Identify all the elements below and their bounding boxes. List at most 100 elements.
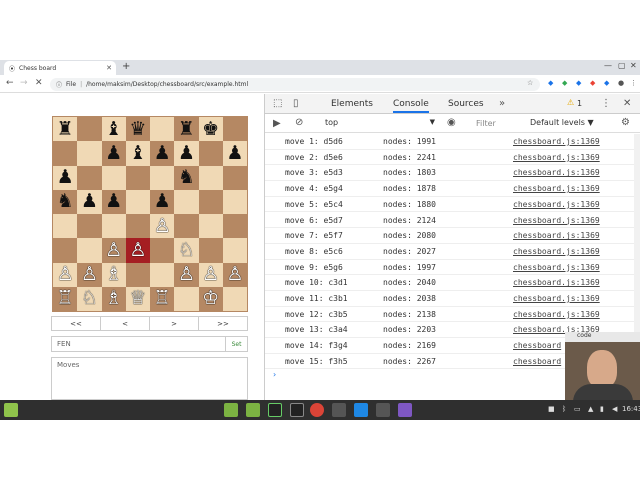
sidebar-toggle-icon[interactable]: ▶ (273, 118, 281, 129)
tab-console[interactable]: Console (393, 99, 429, 113)
inspect-icon[interactable]: ⬚ (273, 98, 282, 109)
terminal-icon[interactable] (290, 403, 304, 417)
board-square[interactable]: ♟ (77, 189, 102, 214)
chess-piece[interactable]: ♘ (178, 240, 195, 260)
source-link[interactable]: chessboard.js:1369 (513, 137, 600, 146)
chess-piece[interactable]: ♞ (178, 168, 195, 187)
first-move-button[interactable]: << (52, 317, 101, 330)
folder-icon[interactable] (246, 403, 260, 417)
prev-move-button[interactable]: < (101, 317, 150, 330)
chess-board[interactable]: ♜ ♝ ♛ ♜ ♚ ♟ ♝ ♟ ♟ ♟ ♟ ♞ ♞ ♟ ♟ ♟ ♙ ♙ ♙ ♘ ♙ ♙ ♗ ♙ ♙ ♙ ♖ ♘ ♗ ♕ ♖ ♔ (52, 116, 248, 312)
board-square[interactable] (198, 189, 223, 214)
board-square[interactable] (150, 117, 175, 142)
chess-piece[interactable]: ♟ (154, 143, 171, 163)
board-square[interactable]: ♛ (125, 117, 150, 142)
chess-piece[interactable]: ♟ (154, 192, 171, 211)
app-icon[interactable] (332, 403, 346, 417)
board-square[interactable]: ♙ (125, 238, 150, 263)
board-square[interactable] (198, 238, 223, 263)
board-square[interactable] (77, 117, 102, 142)
chess-piece[interactable]: ♜ (57, 119, 74, 139)
chess-piece[interactable]: ♝ (105, 119, 122, 139)
minimize-icon[interactable]: — (604, 61, 612, 70)
source-link[interactable]: chessboard.js:1369 (513, 216, 600, 225)
board-square[interactable] (150, 262, 175, 287)
clear-console-icon[interactable]: ⊘ (295, 117, 303, 128)
board-square[interactable] (77, 141, 102, 166)
board-square[interactable]: ♕ (125, 286, 150, 311)
set-button[interactable]: Set (225, 337, 247, 351)
board-square[interactable]: ♟ (150, 189, 175, 214)
board-square[interactable]: ♟ (174, 141, 199, 166)
board-square[interactable] (174, 286, 199, 311)
board-square[interactable]: ♜ (174, 117, 199, 142)
chess-piece[interactable]: ♙ (81, 265, 98, 284)
board-square[interactable]: ♞ (174, 165, 199, 190)
extension-icon[interactable]: ◆ (548, 79, 553, 87)
board-square[interactable] (53, 214, 78, 239)
board-square[interactable]: ♖ (53, 286, 78, 311)
app-icon[interactable] (398, 403, 412, 417)
board-square[interactable]: ♟ (222, 141, 247, 166)
chess-piece[interactable]: ♙ (226, 265, 243, 284)
chess-piece[interactable]: ♝ (129, 143, 146, 163)
board-square[interactable] (77, 214, 102, 239)
chess-piece[interactable]: ♟ (226, 143, 243, 163)
chess-piece[interactable]: ♙ (129, 240, 146, 260)
board-square[interactable] (125, 189, 150, 214)
keyboard-layout-icon[interactable]: ▭ (574, 405, 581, 413)
source-link[interactable]: chessboard (513, 341, 561, 350)
board-square[interactable] (77, 165, 102, 190)
board-square[interactable] (77, 238, 102, 263)
board-square[interactable]: ♙ (222, 262, 247, 287)
source-link[interactable]: chessboard (513, 357, 561, 366)
source-link[interactable]: chessboard.js:1369 (513, 294, 600, 303)
chess-piece[interactable]: ♟ (81, 192, 98, 211)
chess-piece[interactable]: ♙ (105, 240, 122, 260)
log-levels-dropdown[interactable]: Default levels ▼ (530, 118, 594, 127)
browser-tab[interactable]: ⦿ Chess board ✕ (4, 61, 116, 75)
source-link[interactable]: chessboard.js:1369 (513, 153, 600, 162)
chess-piece[interactable]: ♟ (105, 143, 122, 163)
source-link[interactable]: chessboard.js:1369 (513, 247, 600, 256)
close-devtools-icon[interactable]: ✕ (623, 98, 631, 109)
screen-recorder-icon[interactable] (354, 403, 368, 417)
tab-elements[interactable]: Elements (331, 99, 373, 109)
stop-icon[interactable]: ✕ (35, 78, 43, 88)
battery-icon[interactable]: ▮ (600, 405, 604, 413)
board-square[interactable]: ♖ (150, 286, 175, 311)
chess-piece[interactable]: ♟ (57, 168, 74, 187)
chess-piece[interactable]: ♖ (57, 289, 74, 308)
chess-piece[interactable]: ♗ (105, 289, 122, 308)
board-square[interactable]: ♙ (150, 214, 175, 239)
board-square[interactable]: ♝ (125, 141, 150, 166)
source-link[interactable]: chessboard.js:1369 (513, 278, 600, 287)
board-square[interactable] (174, 189, 199, 214)
chess-piece[interactable]: ♛ (129, 119, 146, 139)
chess-piece[interactable]: ♘ (81, 289, 98, 308)
files-icon[interactable] (224, 403, 238, 417)
board-square[interactable]: ♙ (174, 262, 199, 287)
clock[interactable]: 16:43 (622, 405, 640, 413)
last-move-button[interactable]: >> (199, 317, 247, 330)
extension-icon[interactable]: ◆ (604, 79, 609, 87)
board-square[interactable]: ♞ (53, 189, 78, 214)
chess-piece[interactable]: ♟ (105, 192, 122, 211)
warning-icon[interactable]: ⚠ (567, 98, 574, 107)
console-prompt[interactable]: › (273, 370, 276, 379)
board-square[interactable] (125, 165, 150, 190)
address-bar[interactable]: ⓘ File | /home/maksim/Desktop/chessboard… (50, 78, 540, 91)
settings-gear-icon[interactable]: ⚙ (621, 117, 630, 128)
board-square[interactable]: ♟ (53, 165, 78, 190)
chess-piece[interactable]: ♞ (57, 192, 74, 211)
board-square[interactable] (198, 165, 223, 190)
chess-piece[interactable]: ♟ (178, 143, 195, 163)
board-square[interactable]: ♚ (198, 117, 223, 142)
close-tab-icon[interactable]: ✕ (106, 64, 112, 72)
board-square[interactable] (53, 238, 78, 263)
chess-piece[interactable]: ♕ (129, 289, 146, 308)
board-square[interactable] (125, 214, 150, 239)
next-move-button[interactable]: > (150, 317, 199, 330)
moves-box[interactable]: Moves (51, 357, 248, 400)
more-tabs-icon[interactable]: » (499, 98, 505, 109)
